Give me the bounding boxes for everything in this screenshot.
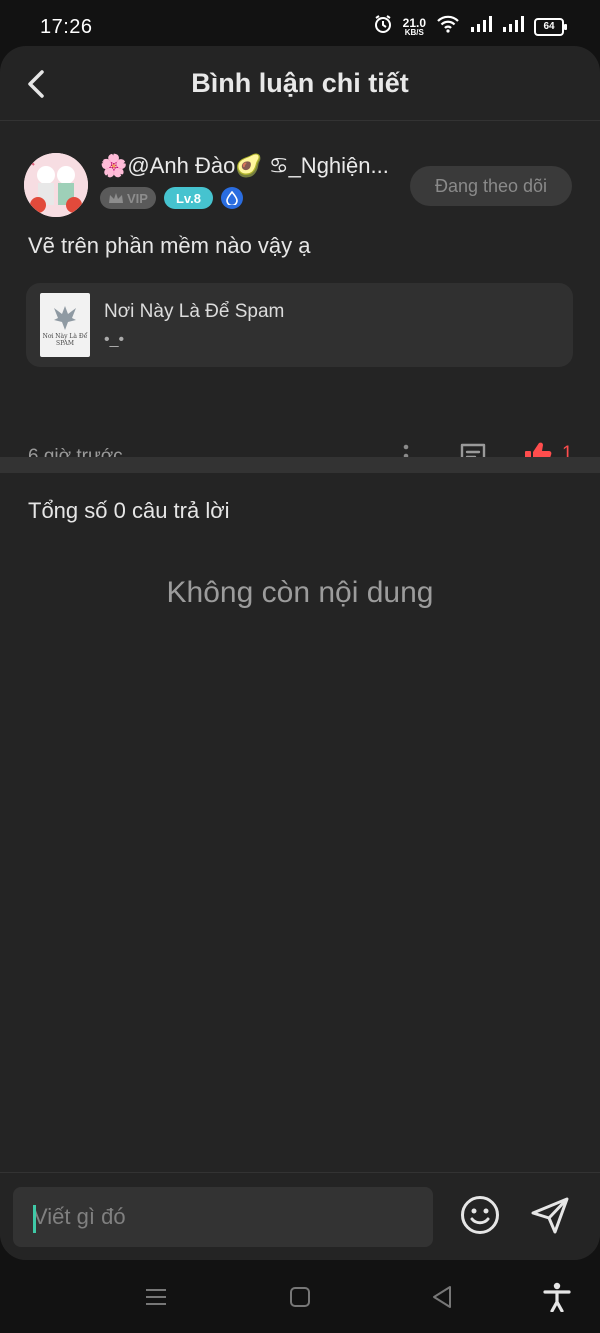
username[interactable]: 🌸@Anh Đào🥑 ♋_Nghiện... — [100, 153, 410, 179]
network-speed-unit: KB/S — [404, 27, 424, 37]
user-badges: VIP Lv.8 — [100, 187, 244, 209]
level-badge: Lv.8 — [163, 187, 214, 209]
droplet-icon — [221, 187, 244, 209]
section-divider — [0, 457, 600, 473]
alarm-icon — [373, 14, 393, 39]
replies-count: Tổng số 0 câu trả lời — [28, 498, 230, 523]
battery-icon: 64 — [534, 17, 567, 36]
comment-detail-screen: Bình luận chi tiết 🌸@Anh Đào🥑 ♋_Nghiện..… — [0, 46, 600, 1260]
quoted-post-title: Nơi Này Là Để Spam — [104, 301, 285, 322]
nav-menu-button[interactable] — [141, 1282, 171, 1312]
accessibility-button[interactable] — [542, 1282, 572, 1312]
status-icons: 21.0 KB/S 64 — [373, 14, 567, 39]
vip-label: VIP — [127, 190, 148, 206]
signal-icon-2 — [502, 15, 524, 38]
winged-emblem-icon — [54, 306, 76, 331]
smile-icon — [461, 1196, 499, 1234]
page-title: Bình luận chi tiết — [191, 68, 409, 98]
nav-back-button[interactable] — [427, 1282, 457, 1312]
status-time: 17:26 — [40, 16, 93, 38]
system-nav-bar — [0, 1260, 600, 1333]
battery-level: 64 — [543, 21, 555, 32]
emoji-button[interactable] — [458, 1193, 502, 1237]
comment-card: 🌸@Anh Đào🥑 ♋_Nghiện... VIP Lv.8 Đang the… — [0, 121, 600, 469]
empty-state-message: Không còn nội dung — [166, 576, 434, 609]
network-speed: 21.0 KB/S — [403, 17, 426, 37]
following-button[interactable]: Đang theo dõi — [410, 166, 572, 206]
home-square-icon — [290, 1287, 310, 1307]
nav-home-button[interactable] — [285, 1282, 315, 1312]
send-button[interactable] — [528, 1193, 572, 1237]
quoted-post-subtitle: •_• — [104, 331, 125, 348]
quoted-post-thumbnail: Nơi Này Là Để SPAM — [40, 293, 90, 357]
comment-text: Vẽ trên phần mềm nào vậy ạ — [28, 233, 311, 258]
menu-icon — [146, 1289, 166, 1305]
top-bar: Bình luận chi tiết — [0, 46, 600, 121]
avatar[interactable] — [24, 153, 88, 217]
wifi-icon — [436, 14, 460, 39]
vip-badge: VIP — [100, 187, 156, 209]
quoted-post-card[interactable]: Nơi Này Là Để SPAM Nơi Này Là Để Spam •_… — [26, 283, 573, 367]
quoted-post-thumb-text: Nơi Này Là Để SPAM — [42, 333, 88, 347]
signal-icon — [470, 15, 492, 38]
back-triangle-icon — [433, 1286, 451, 1308]
accessibility-icon — [543, 1282, 571, 1312]
crown-icon — [109, 193, 123, 203]
comment-input[interactable] — [13, 1187, 433, 1247]
send-icon — [531, 1197, 569, 1234]
status-bar: 17:26 21.0 KB/S 64 — [0, 0, 600, 52]
network-speed-value: 21.0 — [402, 15, 426, 30]
comment-input-bar — [0, 1172, 600, 1260]
text-caret — [33, 1205, 36, 1233]
